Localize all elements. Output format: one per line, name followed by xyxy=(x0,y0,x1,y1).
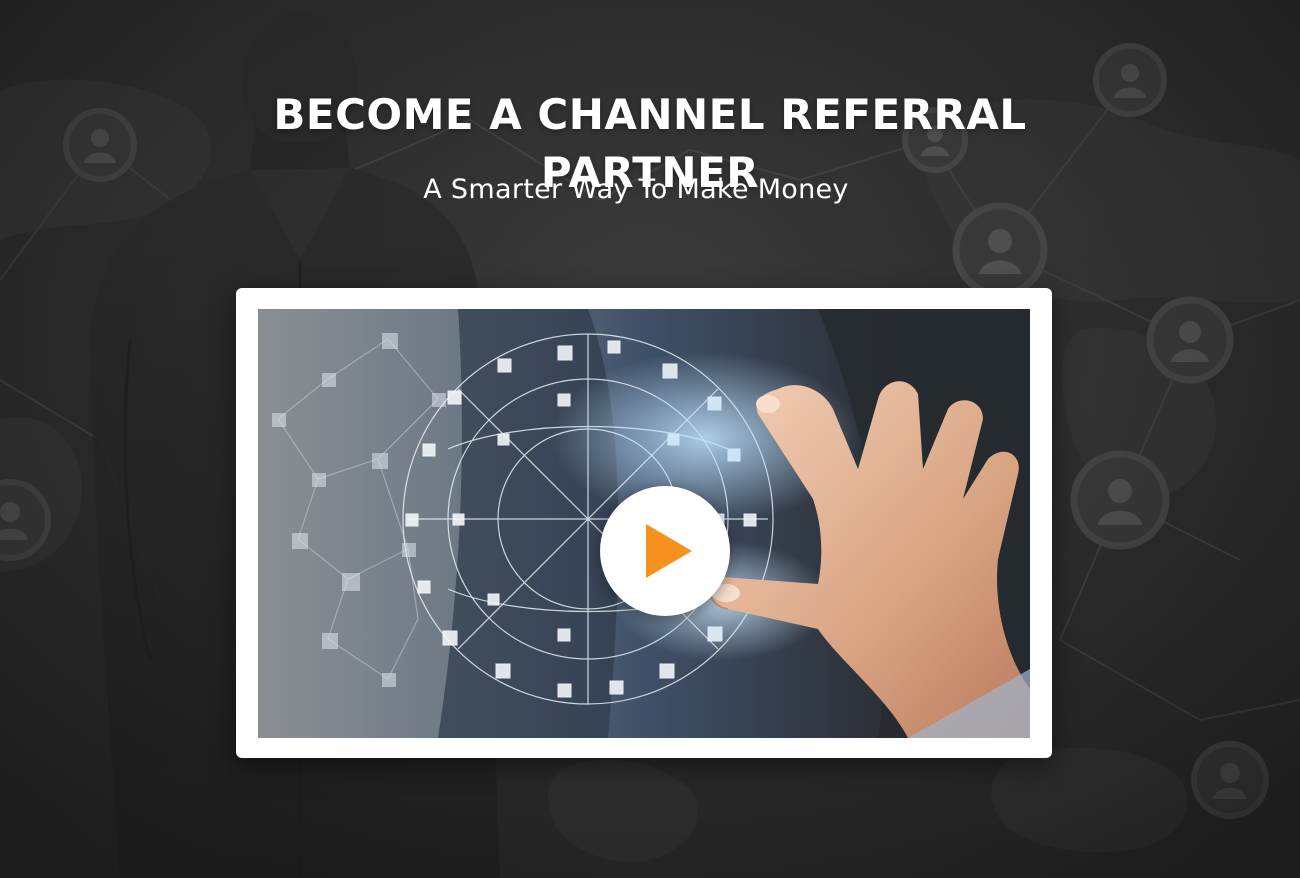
page-title-line-1: BECOME A CHANNEL REFERRAL xyxy=(273,90,1027,140)
play-button[interactable] xyxy=(600,486,730,616)
play-icon xyxy=(646,524,692,578)
video-player[interactable] xyxy=(236,288,1052,758)
page-subtitle: A Smarter Way To Make Money xyxy=(423,174,849,205)
hero-section: BECOME A CHANNEL REFERRAL PARTNER A Smar… xyxy=(0,0,1300,878)
video-thumbnail[interactable] xyxy=(258,309,1030,738)
